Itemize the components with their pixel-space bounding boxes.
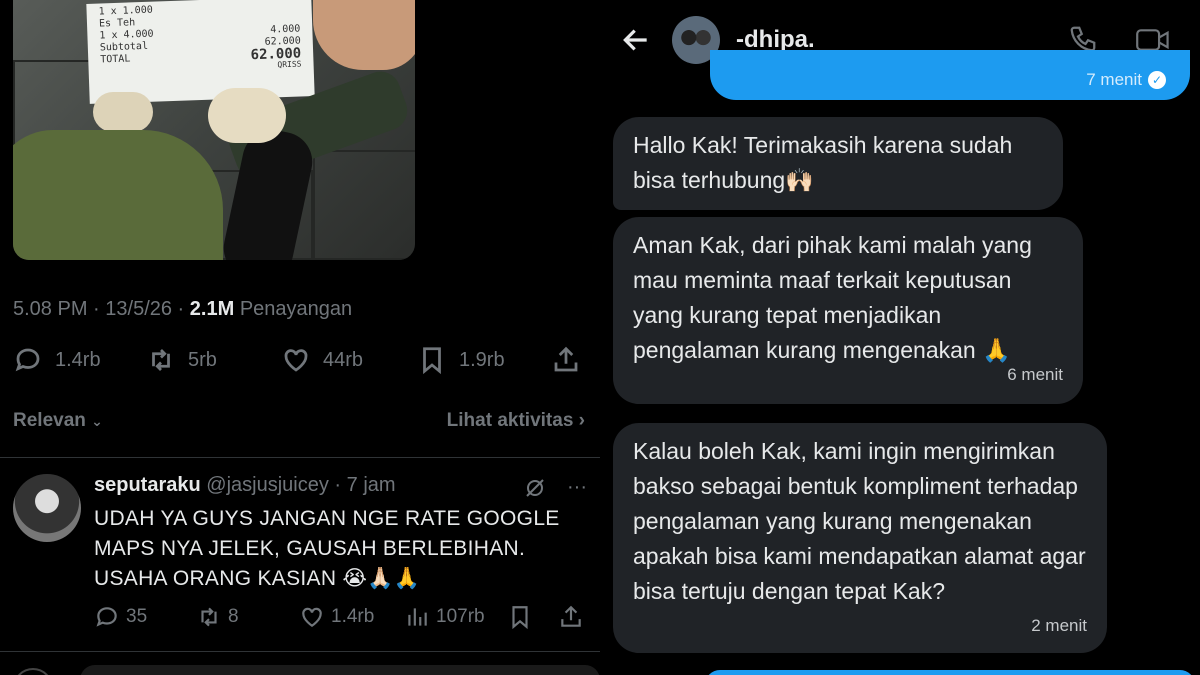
- avatar[interactable]: [13, 474, 81, 542]
- message-text: Hallo Kak! Terimakasih karena sudah bisa…: [633, 132, 1013, 193]
- reply-author-name[interactable]: seputaraku: [94, 474, 201, 496]
- received-message-bubble[interactable]: Aman Kak, dari pihak kami malah yang mau…: [613, 217, 1083, 404]
- tweet-views-label: Penayangan: [239, 298, 353, 320]
- message-time: 2 menit: [1031, 616, 1087, 635]
- sort-label: Relevan: [13, 410, 86, 431]
- tweet-panel: 1 x 1.000 Es Teh 1 x 4.000 4.000 Subtota…: [0, 0, 600, 675]
- dm-panel: -dhipa. 7 menit ✓ Hallo Kak! Terimakasih…: [600, 0, 1200, 675]
- bookmark-icon: [423, 347, 441, 375]
- reply-retweet-button[interactable]: 8: [196, 604, 239, 630]
- retweet-icon: [152, 349, 170, 371]
- received-message-bubble[interactable]: Kalau boleh Kak, kami ingin mengirimkan …: [613, 423, 1107, 653]
- reply-like-count: 1.4rb: [331, 606, 375, 627]
- sent-message-time: 7 menit: [1086, 70, 1142, 89]
- sent-message-meta: 7 menit ✓: [1086, 70, 1166, 90]
- receipt-item-price: 4.000: [270, 23, 301, 36]
- receipt-subtotal-label: Subtotal: [99, 40, 149, 54]
- reply-share-button[interactable]: [558, 604, 590, 630]
- views-icon: [408, 608, 427, 626]
- reply-reply-count: 35: [126, 606, 148, 627]
- reply-views-button[interactable]: 107rb: [404, 604, 485, 630]
- like-count: 44rb: [323, 348, 364, 371]
- avatar[interactable]: [13, 668, 53, 675]
- heart-icon: [302, 607, 322, 627]
- reply-button[interactable]: 1.4rb: [13, 343, 101, 377]
- activity-label: Lihat aktivitas: [446, 410, 574, 431]
- tweet-views-count: 2.1M: [189, 298, 235, 320]
- tweet-meta: 5.08 PM · 13/5/26 · 2.1M Penayangan: [13, 298, 353, 320]
- green-cup-shape: [13, 130, 223, 260]
- bookmark-icon: [512, 606, 528, 630]
- grok-icon[interactable]: [523, 476, 547, 500]
- receipt-total-label: TOTAL: [100, 53, 131, 66]
- hand-shape: [313, 0, 415, 70]
- reply-separator: ·: [328, 474, 347, 496]
- bookmark-count: 1.9rb: [459, 348, 505, 371]
- like-button[interactable]: 44rb: [281, 343, 363, 377]
- view-activity-link[interactable]: Lihat aktivitas ›: [447, 410, 585, 432]
- bookmark-button[interactable]: 1.9rb: [417, 343, 505, 377]
- reply-actions: 35 8 1.4rb 107rb: [94, 604, 594, 634]
- sort-dropdown[interactable]: Relevan ⌄: [13, 410, 103, 431]
- reply-like-button[interactable]: 1.4rb: [299, 604, 374, 630]
- reply-count: 1.4rb: [55, 348, 101, 371]
- more-options-icon[interactable]: ···: [567, 476, 587, 500]
- tweet-date: 13/5/26: [105, 298, 172, 320]
- reply-header: seputaraku @jasjusjuicey · 7 jam: [94, 474, 396, 497]
- reply-icon: [15, 348, 40, 372]
- received-message-bubble[interactable]: Hallo Kak! Terimakasih karena sudah bisa…: [613, 117, 1063, 210]
- tweet-actions: 1.4rb 5rb 44rb 1.9rb: [13, 343, 585, 377]
- sent-message-bubble[interactable]: 7 menit ✓: [710, 50, 1190, 100]
- tweet-time: 5.08 PM: [13, 298, 88, 320]
- reply-sort-bar: Relevan ⌄ Lihat aktivitas ›: [13, 410, 585, 436]
- retweet-button[interactable]: 5rb: [146, 343, 217, 377]
- retweet-count: 5rb: [188, 348, 217, 371]
- reply-age: 7 jam: [346, 474, 396, 496]
- message-text: Kalau boleh Kak, kami ingin mengirimkan …: [633, 438, 1086, 604]
- message-text: Aman Kak, dari pihak kami malah yang mau…: [633, 232, 1032, 363]
- divider: [0, 651, 600, 652]
- share-button[interactable]: [551, 343, 581, 377]
- reply-views-count: 107rb: [436, 606, 485, 627]
- share-icon: [561, 605, 581, 627]
- message-time: 6 menit: [1007, 365, 1063, 384]
- sent-message-bubble[interactable]: [705, 670, 1195, 675]
- tweet-photo[interactable]: 1 x 1.000 Es Teh 1 x 4.000 4.000 Subtota…: [13, 0, 415, 260]
- reply-compose-input[interactable]: [80, 665, 600, 675]
- receipt: 1 x 1.000 Es Teh 1 x 4.000 4.000 Subtota…: [86, 0, 315, 104]
- chevron-right-icon: ›: [578, 410, 585, 431]
- read-check-icon: ✓: [1148, 71, 1166, 89]
- shoe-shape: [208, 88, 286, 143]
- retweet-icon: [201, 607, 217, 627]
- reply-retweet-count: 8: [228, 606, 239, 627]
- reply-author-handle[interactable]: @jasjusjuicey: [206, 474, 329, 496]
- divider: [0, 457, 600, 458]
- back-arrow-icon[interactable]: [620, 24, 652, 56]
- paving-tile: [313, 150, 415, 260]
- shoe-shape: [93, 92, 153, 132]
- share-icon: [554, 346, 578, 372]
- reply-bookmark-button[interactable]: [507, 604, 539, 630]
- heart-icon: [284, 349, 308, 372]
- reply-top-icons: ···: [523, 476, 587, 500]
- reply-reply-button[interactable]: 35: [94, 604, 147, 630]
- chevron-down-icon: ⌄: [91, 413, 103, 429]
- reply-text: UDAH YA GUYS JANGAN NGE RATE GOOGLE MAPS…: [94, 507, 560, 590]
- reply-icon: [96, 607, 117, 627]
